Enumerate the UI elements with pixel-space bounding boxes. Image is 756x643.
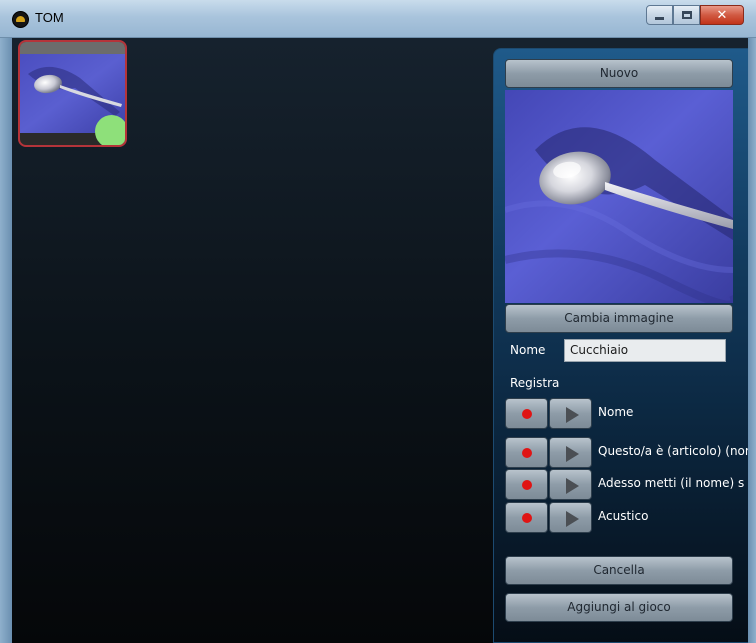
app-icon (12, 11, 29, 28)
close-icon: ✕ (716, 7, 728, 23)
window-frame-right (748, 38, 756, 643)
new-button[interactable]: Nuovo (505, 59, 733, 88)
recording-row: Nome (505, 398, 748, 429)
record-button[interactable] (505, 398, 548, 429)
change-image-button[interactable]: Cambia immagine (505, 304, 733, 333)
record-label: Registra (510, 376, 560, 390)
record-icon (522, 409, 532, 419)
close-button[interactable]: ✕ (700, 5, 744, 25)
record-button[interactable] (505, 469, 548, 500)
minimize-icon (655, 17, 664, 20)
delete-button[interactable]: Cancella (505, 556, 733, 585)
edit-panel: Nuovo Cambia immagine Nome Cucchiaio Reg… (493, 48, 748, 643)
gallery-item[interactable] (18, 40, 127, 147)
name-label: Nome (510, 343, 546, 357)
record-button[interactable] (505, 437, 548, 468)
window-frame-left (0, 38, 12, 643)
recording-label: Nome (598, 405, 634, 419)
name-input[interactable]: Cucchiaio (564, 339, 726, 362)
window-controls: ✕ (646, 5, 744, 27)
add-to-game-button[interactable]: Aggiungi al gioco (505, 593, 733, 622)
window-title: TOM (35, 10, 64, 25)
recording-label: Questo/a è (articolo) (nome) (598, 444, 748, 458)
play-icon (566, 446, 579, 462)
maximize-icon (681, 11, 692, 19)
title-bar: TOM ✕ (0, 0, 756, 38)
gallery-item-header (20, 42, 125, 54)
minimize-button[interactable] (646, 5, 673, 25)
maximize-button[interactable] (673, 5, 700, 25)
recording-label: Adesso metti (il nome) s (598, 476, 745, 490)
play-button[interactable] (549, 502, 592, 533)
spoon-preview-image (505, 90, 733, 303)
record-button[interactable] (505, 502, 548, 533)
play-icon (566, 478, 579, 494)
recording-label: Acustico (598, 509, 649, 523)
status-indicator (95, 115, 125, 145)
recording-row: Adesso metti (il nome) s (505, 469, 748, 500)
play-button[interactable] (549, 437, 592, 468)
record-icon (522, 448, 532, 458)
recording-row: Questo/a è (articolo) (nome) (505, 437, 748, 468)
play-button[interactable] (549, 398, 592, 429)
main-area: Nuovo Cambia immagine Nome Cucchiaio Reg… (12, 38, 748, 643)
record-icon (522, 480, 532, 490)
play-icon (566, 407, 579, 423)
recording-row: Acustico (505, 502, 748, 533)
play-icon (566, 511, 579, 527)
play-button[interactable] (549, 469, 592, 500)
record-icon (522, 513, 532, 523)
